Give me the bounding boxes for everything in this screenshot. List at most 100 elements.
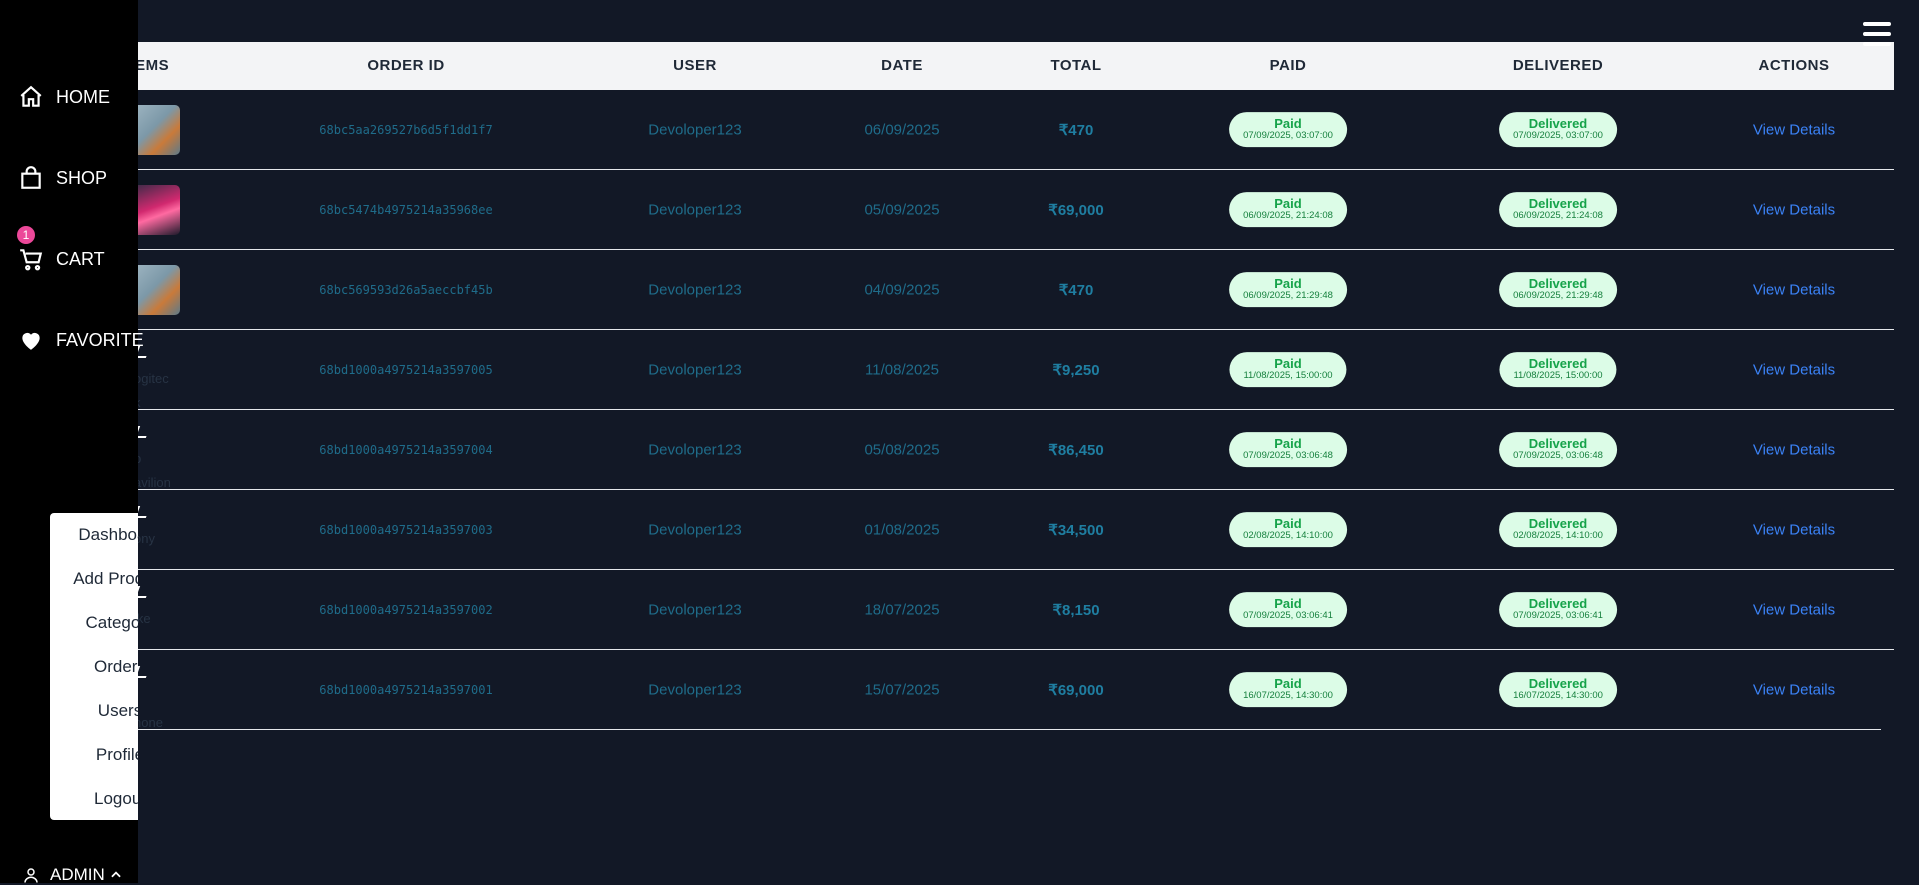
order-id: 68bd1000a4975214a3597005 <box>319 362 493 377</box>
table-row: ony 68bd1000a4975214a3597003 Devoloper123 0… <box>0 490 1894 570</box>
order-user: Devoloper123 <box>648 681 742 698</box>
order-user: Devoloper123 <box>648 121 742 138</box>
order-id: 68bc569593d26a5aeccbf45b <box>319 282 493 297</box>
order-date: 05/09/2025 <box>864 201 940 218</box>
paid-label: Paid <box>1274 275 1302 291</box>
sidebar-item-shop[interactable]: SHOP <box>18 165 107 191</box>
delivered-timestamp: 07/09/2025, 03:07:00 <box>1513 130 1603 142</box>
table-row: 68bc5aa269527b6d5f1dd1f7 Devoloper123 06/0… <box>0 90 1894 170</box>
sidebar-label-home: HOME <box>56 86 110 107</box>
paid-label: Paid <box>1274 115 1302 131</box>
order-user: Devoloper123 <box>648 361 742 378</box>
shopping-bag-icon <box>21 166 41 189</box>
order-total: ₹34,500 <box>1048 521 1104 539</box>
header-actions: ACTIONS <box>1758 57 1830 74</box>
delivered-status-badge: Delivered 06/09/2025, 21:29:48 <box>1499 271 1617 308</box>
admin-label: ADMIN <box>50 865 105 884</box>
order-total: ₹69,000 <box>1048 201 1104 219</box>
view-details-link[interactable]: View Details <box>1753 521 1835 538</box>
cart-icon <box>20 249 43 271</box>
paid-timestamp: 11/08/2025, 15:00:00 <box>1243 370 1333 382</box>
admin-menu-profile[interactable]: Profile <box>50 745 138 765</box>
admin-menu-orders[interactable]: Orders <box>50 657 138 677</box>
delivered-timestamp: 07/09/2025, 03:06:48 <box>1513 450 1603 462</box>
image-alt-text: hone <box>134 715 163 731</box>
sidebar-item-home[interactable]: HOME <box>18 84 110 110</box>
paid-timestamp: 06/09/2025, 21:24:08 <box>1243 210 1333 222</box>
paid-timestamp: 02/08/2025, 14:10:00 <box>1243 530 1333 542</box>
order-id: 68bc5aa269527b6d5f1dd1f7 <box>319 122 493 137</box>
order-total: ₹8,150 <box>1052 601 1100 619</box>
sidebar-item-favorite[interactable]: FAVORITE <box>18 327 144 353</box>
order-id: 68bd1000a4975214a3597001 <box>319 682 493 697</box>
admin-menu-logout[interactable]: Logout <box>50 789 138 809</box>
delivered-timestamp: 11/08/2025, 15:00:00 <box>1513 370 1603 382</box>
paid-timestamp: 16/07/2025, 14:30:00 <box>1243 690 1333 702</box>
order-date: 04/09/2025 <box>864 281 940 298</box>
table-row: 68bc569593d26a5aeccbf45b Devoloper123 04/0… <box>0 250 1894 330</box>
sidebar-label-favorite: FAVORITE <box>56 329 144 350</box>
paid-status-badge: Paid 07/09/2025, 03:06:41 <box>1229 591 1347 628</box>
table-row: 68bc5474b4975214a35968ee Devoloper123 05/0… <box>0 170 1894 250</box>
order-date: 06/09/2025 <box>864 121 940 138</box>
orders-table: ITEMS ORDER ID USER DATE TOTAL PAID DELI… <box>0 42 1894 730</box>
table-body: 68bc5aa269527b6d5f1dd1f7 Devoloper123 06/0… <box>0 90 1894 730</box>
delivered-status-badge: Delivered 11/08/2025, 15:00:00 <box>1499 351 1617 388</box>
view-details-link[interactable]: View Details <box>1753 681 1835 698</box>
delivered-label: Delivered <box>1528 595 1588 611</box>
view-details-link[interactable]: View Details <box>1753 361 1835 378</box>
admin-toggle[interactable]: ADMIN <box>22 865 123 885</box>
order-id: 68bc5474b4975214a35968ee <box>319 202 493 217</box>
product-thumbnail <box>132 184 180 235</box>
table-row: ogiteck68bd1000a4975214a3597005Devoloper… <box>0 330 1894 410</box>
heart-icon <box>22 332 40 350</box>
delivered-label: Delivered <box>1528 355 1588 371</box>
delivered-timestamp: 06/09/2025, 21:29:48 <box>1513 290 1603 302</box>
order-user: Devoloper123 <box>648 521 742 538</box>
menu-toggle-icon[interactable] <box>1863 22 1891 50</box>
view-details-link[interactable]: View Details <box>1753 121 1835 138</box>
delivered-timestamp: 16/07/2025, 14:30:00 <box>1513 690 1603 702</box>
admin-menu-users[interactable]: Users <box>50 701 138 721</box>
order-date: 18/07/2025 <box>864 601 940 618</box>
paid-status-badge: Paid 06/09/2025, 21:29:48 <box>1229 271 1347 308</box>
broken-image: hone <box>133 662 163 736</box>
order-total: ₹69,000 <box>1048 681 1104 699</box>
home-icon <box>20 85 42 107</box>
image-alt-text: ogitec <box>134 370 169 386</box>
image-alt-text: avilion <box>134 475 171 491</box>
delivered-status-badge: Delivered 16/07/2025, 14:30:00 <box>1499 671 1617 708</box>
sidebar-item-cart[interactable]: CART <box>18 246 105 272</box>
header-total: TOTAL <box>1050 57 1102 74</box>
delivered-label: Delivered <box>1528 675 1588 691</box>
header-user: USER <box>673 57 717 74</box>
order-total: ₹86,450 <box>1048 441 1104 459</box>
view-details-link[interactable]: View Details <box>1753 281 1835 298</box>
order-total: ₹470 <box>1058 281 1094 299</box>
delivered-label: Delivered <box>1528 115 1588 131</box>
admin-dropdown-menu: Dashboard Add Product Category Orders Us… <box>50 513 138 820</box>
cart-count-badge: 1 <box>17 226 35 244</box>
user-icon <box>24 868 38 883</box>
sidebar-label-shop: SHOP <box>56 167 108 188</box>
admin-menu-add-product[interactable]: Add Product <box>50 569 138 589</box>
paid-label: Paid <box>1274 515 1302 531</box>
delivered-label: Delivered <box>1528 435 1588 451</box>
admin-menu-dashboard[interactable]: Dashboard <box>50 525 138 545</box>
order-total: ₹9,250 <box>1052 361 1100 379</box>
paid-label: Paid <box>1274 355 1302 371</box>
view-details-link[interactable]: View Details <box>1753 601 1835 618</box>
order-date: 05/08/2025 <box>864 441 940 458</box>
delivered-timestamp: 02/08/2025, 14:10:00 <box>1513 530 1603 542</box>
paid-status-badge: Paid 06/09/2025, 21:24:08 <box>1229 191 1347 228</box>
paid-timestamp: 07/09/2025, 03:07:00 <box>1243 130 1333 142</box>
delivered-status-badge: Delivered 07/09/2025, 03:07:00 <box>1499 111 1617 148</box>
paid-label: Paid <box>1274 435 1302 451</box>
order-id: 68bd1000a4975214a3597002 <box>319 602 493 617</box>
view-details-link[interactable]: View Details <box>1753 441 1835 458</box>
header-date: DATE <box>881 57 923 74</box>
admin-menu-category[interactable]: Category <box>50 613 139 633</box>
order-user: Devoloper123 <box>648 281 742 298</box>
delivered-status-badge: Delivered 02/08/2025, 14:10:00 <box>1499 511 1617 548</box>
view-details-link[interactable]: View Details <box>1753 201 1835 218</box>
